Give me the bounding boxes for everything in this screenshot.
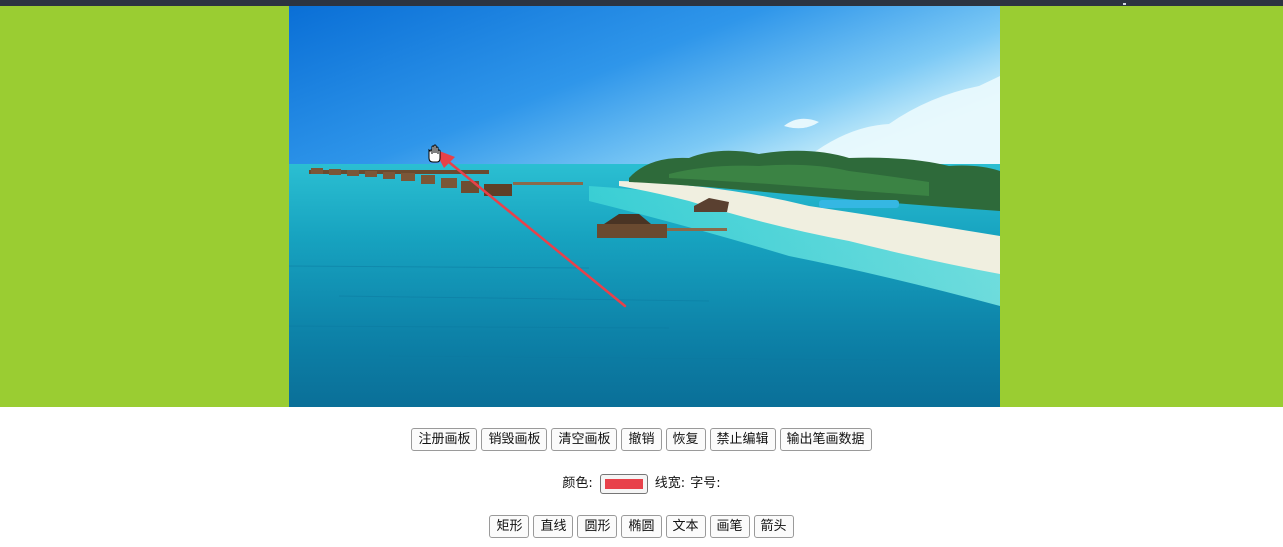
top-bar-indicator bbox=[1123, 3, 1126, 5]
disable-edit-button[interactable]: 禁止编辑 bbox=[709, 428, 776, 451]
drawing-canvas[interactable] bbox=[289, 6, 1000, 407]
style-settings-row: 颜色: 线宽: 字号: bbox=[0, 472, 1283, 495]
redo-button[interactable]: 恢复 bbox=[665, 428, 706, 451]
pen-tool-button[interactable]: 画笔 bbox=[709, 515, 750, 538]
board-actions-toolbar: 注册画板 销毁画板 清空画板 撤销 恢复 禁止编辑 输出笔画数据 bbox=[0, 428, 1283, 451]
clear-board-button[interactable]: 清空画板 bbox=[551, 428, 618, 451]
undo-button[interactable]: 撤销 bbox=[621, 428, 662, 451]
register-board-button[interactable]: 注册画板 bbox=[411, 428, 478, 451]
ellipse-tool-button[interactable]: 椭圆 bbox=[621, 515, 662, 538]
destroy-board-button[interactable]: 销毁画板 bbox=[481, 428, 548, 451]
line-width-label: 线宽: bbox=[654, 476, 686, 491]
color-picker[interactable] bbox=[599, 473, 648, 494]
arrow-tool-button[interactable]: 箭头 bbox=[753, 515, 794, 538]
export-strokes-button[interactable]: 输出笔画数据 bbox=[779, 428, 872, 451]
shape-tools-toolbar: 矩形 直线 圆形 椭圆 文本 画笔 箭头 bbox=[0, 515, 1283, 538]
color-label: 颜色: bbox=[562, 476, 593, 491]
color-picker-fill bbox=[604, 478, 643, 489]
pool bbox=[819, 200, 899, 208]
rectangle-tool-button[interactable]: 矩形 bbox=[489, 515, 530, 538]
text-tool-button[interactable]: 文本 bbox=[665, 515, 706, 538]
circle-tool-button[interactable]: 圆形 bbox=[577, 515, 618, 538]
font-size-label: 字号: bbox=[690, 476, 721, 491]
line-tool-button[interactable]: 直线 bbox=[533, 515, 574, 538]
photo-background bbox=[289, 6, 1000, 407]
drawing-stage bbox=[0, 6, 1283, 407]
